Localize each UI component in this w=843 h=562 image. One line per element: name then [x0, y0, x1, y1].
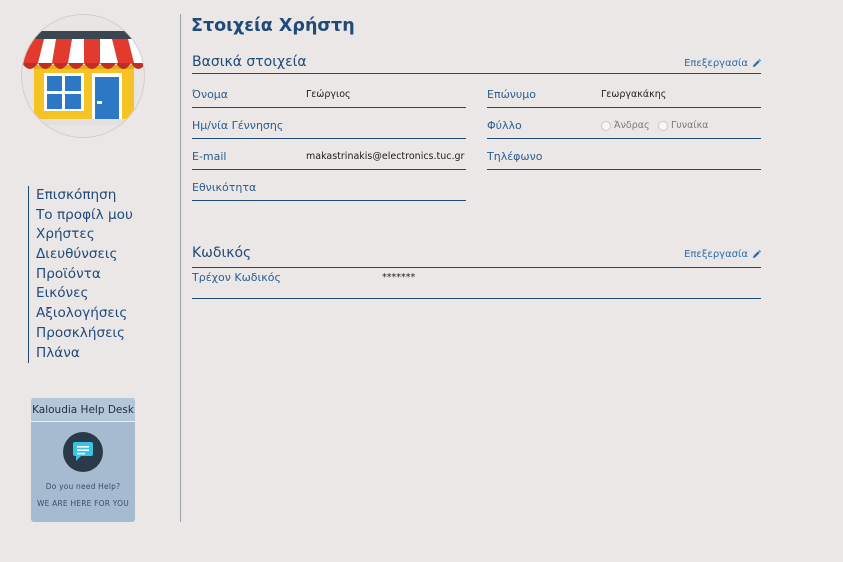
last-name-value: Γεωργακάκης — [601, 89, 667, 100]
gender-field: Φύλλο Άνδρας Γυναίκα — [487, 119, 761, 139]
sidebar-item-plans[interactable]: Πλάνα — [28, 343, 168, 364]
last-name-label: Επώνυμο — [487, 88, 537, 101]
current-password-label: Τρέχον Κωδικός — [192, 271, 281, 284]
helpdesk-subtagline: WE ARE HERE FOR YOU — [37, 499, 129, 508]
edit-label: Επεξεργασία — [684, 249, 748, 260]
page-title: Στοιχεία Χρήστη — [191, 16, 355, 36]
pencil-icon — [752, 250, 761, 259]
nationality-field: Εθνικότητα — [192, 181, 466, 201]
sidebar-item-products[interactable]: Προϊόντα — [28, 264, 168, 285]
radio-circle-icon — [601, 120, 611, 131]
last-name-field: Επώνυμο Γεωργακάκης — [487, 88, 761, 108]
nationality-label: Εθνικότητα — [192, 181, 257, 194]
password-header: Κωδικός Επεξεργασία — [192, 244, 761, 268]
gender-female-radio[interactable]: Γυναίκα — [658, 120, 708, 131]
email-value: makastrinakis@electronics.tuc.gr — [306, 151, 465, 162]
first-name-value: Γεώργιος — [306, 89, 351, 100]
vertical-divider — [180, 14, 181, 522]
sidebar-item-users[interactable]: Χρήστες — [28, 225, 168, 246]
basic-info-title: Βασικά στοιχεία — [192, 54, 307, 70]
email-field: E-mail makastrinakis@electronics.tuc.gr — [192, 150, 466, 170]
helpdesk-widget[interactable]: Kaloudia Help Desk Do you need Help? WE … — [31, 398, 135, 522]
radio-circle-icon — [658, 120, 668, 131]
helpdesk-title: Kaloudia Help Desk — [31, 398, 135, 422]
sidebar-item-reviews[interactable]: Αξιολογήσεις — [28, 304, 168, 324]
store-icon — [22, 31, 144, 125]
phone-field: Τηλέφωνο — [487, 150, 761, 170]
password-title: Κωδικός — [192, 245, 252, 261]
pencil-icon — [752, 59, 761, 68]
current-password-value: ******* — [382, 272, 416, 283]
gender-male-label: Άνδρας — [614, 120, 650, 131]
first-name-field: Όνομα Γεώργιος — [192, 88, 466, 108]
sidebar-item-overview[interactable]: Επισκόπηση — [28, 186, 168, 206]
store-logo — [21, 14, 145, 138]
sidebar-item-my-profile[interactable]: Το προφίλ μου — [28, 205, 168, 226]
birthdate-field: Ημ/νία Γέννησης — [192, 119, 466, 139]
edit-label: Επεξεργασία — [684, 58, 748, 69]
sidebar-nav: Επισκόπηση Το προφίλ μου Χρήστες Διευθύν… — [28, 186, 168, 364]
birthdate-label: Ημ/νία Γέννησης — [192, 119, 284, 132]
sidebar-item-invitations[interactable]: Προσκλήσεις — [28, 323, 168, 344]
phone-label: Τηλέφωνο — [487, 150, 543, 163]
basic-info-edit-link[interactable]: Επεξεργασία — [684, 58, 761, 69]
helpdesk-tagline: Do you need Help? — [45, 482, 121, 491]
gender-male-radio[interactable]: Άνδρας — [601, 120, 650, 131]
current-password-field: Τρέχον Κωδικός ******* — [192, 271, 761, 299]
basic-info-header: Βασικά στοιχεία Επεξεργασία — [192, 54, 761, 74]
gender-female-label: Γυναίκα — [671, 120, 709, 131]
first-name-label: Όνομα — [192, 88, 229, 101]
sidebar-item-images[interactable]: Εικόνες — [28, 284, 168, 305]
chat-bubble-icon — [63, 432, 103, 472]
gender-label: Φύλλο — [487, 119, 522, 132]
email-label: E-mail — [192, 150, 227, 163]
password-edit-link[interactable]: Επεξεργασία — [684, 249, 761, 260]
sidebar-item-addresses[interactable]: Διευθύνσεις — [28, 245, 168, 265]
